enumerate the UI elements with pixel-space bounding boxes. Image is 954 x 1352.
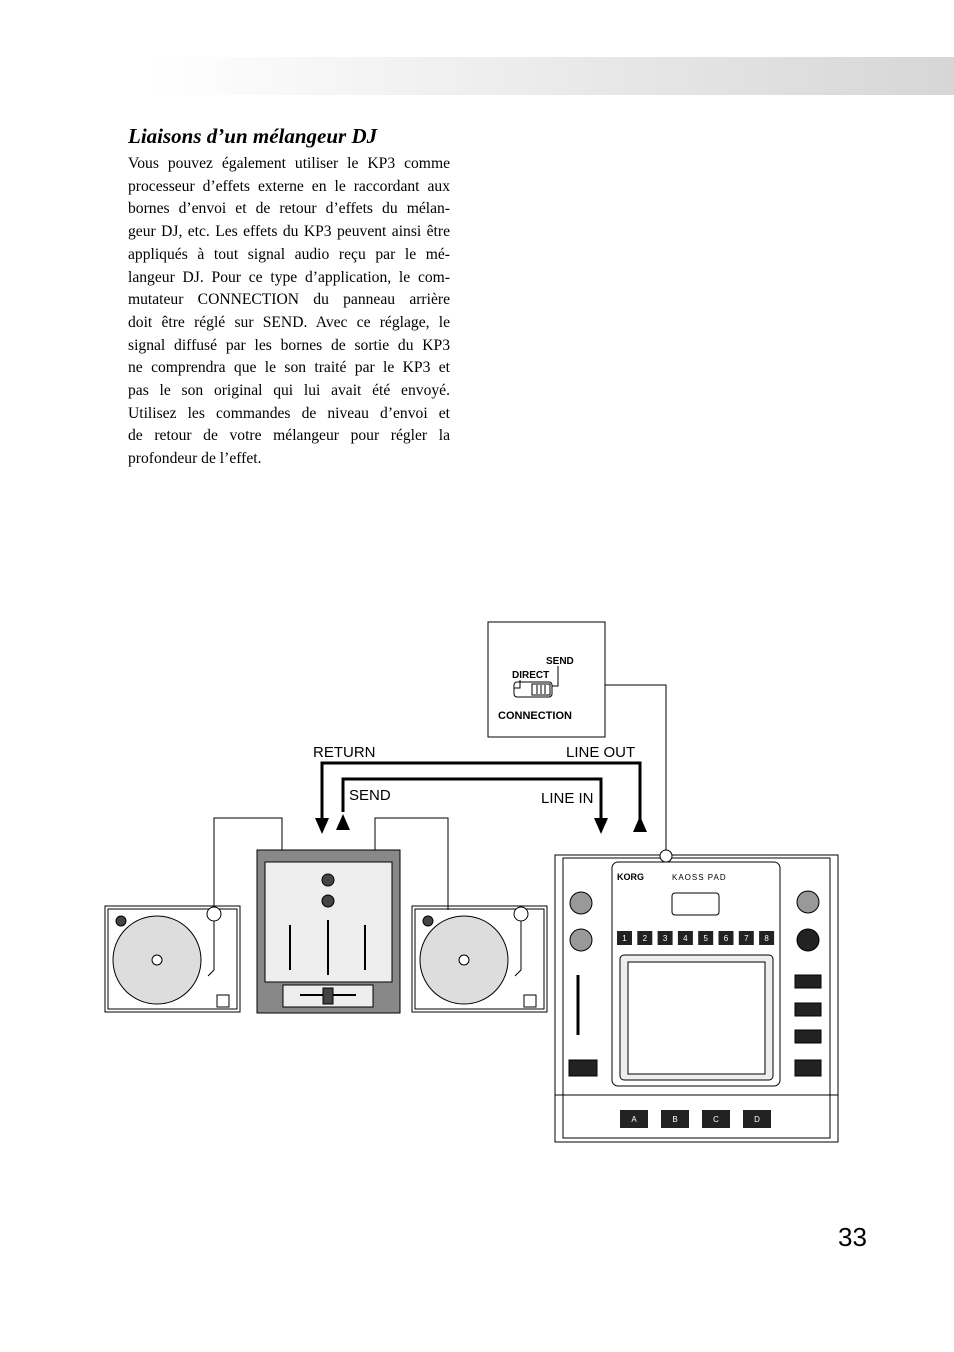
kaoss-pad-device — [554, 849, 839, 1143]
program-button-label: 3 — [663, 934, 668, 943]
hold-button — [568, 1059, 598, 1077]
send-cable-label: SEND — [349, 787, 391, 804]
sample-button-label: A — [631, 1115, 637, 1124]
dj-mixer — [256, 849, 401, 1014]
page-number: 33 — [838, 1222, 867, 1252]
switch-cable — [605, 684, 667, 850]
connection-diagram: SEND DIRECT CONNECTION RETURN LINE OUT S… — [104, 621, 839, 1143]
manual-page: Liaisons d’un mélangeur DJ Vous pouvez é… — [0, 0, 954, 1352]
program-button-label: 1 — [622, 934, 627, 943]
program-button-label: 8 — [764, 934, 769, 943]
sample-button-label: C — [713, 1115, 719, 1124]
send-label: SEND — [546, 656, 574, 667]
connection-label: CONNECTION — [498, 710, 572, 722]
turntable-right — [411, 905, 548, 1013]
return-label: RETURN — [313, 744, 376, 761]
return-arrow-icon — [315, 818, 329, 834]
program-button-label: 7 — [744, 934, 749, 943]
line-in-label: LINE IN — [541, 790, 594, 807]
program-button-label: 4 — [683, 934, 688, 943]
line-in-arrow-icon — [594, 818, 608, 834]
line-out-label: LINE OUT — [566, 744, 635, 761]
program-button-label: 5 — [703, 934, 708, 943]
program-button-label: 2 — [643, 934, 648, 943]
turntable-left — [104, 905, 241, 1013]
direct-label: DIRECT — [512, 670, 549, 681]
line-out-arrow-icon — [633, 816, 647, 832]
kaoss-pad-logo: KAOSS PAD — [672, 873, 727, 882]
sample-button-label: D — [754, 1115, 760, 1124]
korg-logo: KORG — [617, 872, 644, 882]
program-button-label: 6 — [724, 934, 729, 943]
send-arrow-icon — [336, 814, 350, 830]
sample-button-label: B — [672, 1115, 677, 1124]
